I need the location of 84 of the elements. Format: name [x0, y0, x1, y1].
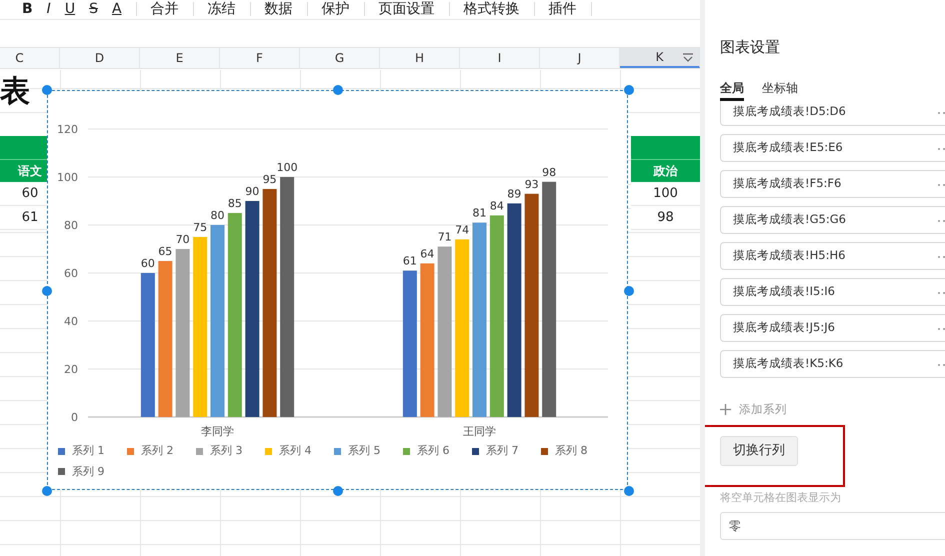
- legend-label: 系列 5: [348, 443, 380, 459]
- tab[interactable]: 坐标轴: [762, 77, 798, 101]
- column-header[interactable]: G: [300, 48, 380, 68]
- data-label: 93: [524, 178, 539, 191]
- axis-label: 40: [64, 315, 78, 328]
- data-label: 95: [262, 173, 277, 186]
- data-label: 90: [245, 185, 260, 198]
- field-label: 将空单元格在图表显示为: [720, 490, 842, 506]
- column-header[interactable]: E: [140, 48, 220, 68]
- table-header: 政治: [631, 159, 700, 182]
- toolbar-button[interactable]: 格式转换: [464, 2, 520, 16]
- series-range-field[interactable]: 摸底考成绩表!I5:I6: [720, 278, 945, 306]
- data-label: 70: [176, 233, 190, 246]
- column-header[interactable]: C: [0, 48, 60, 68]
- resize-handle[interactable]: [42, 286, 52, 296]
- column-header[interactable]: K: [620, 48, 700, 68]
- legend-label: 系列 4: [279, 443, 312, 459]
- toolbar-button[interactable]: 数据: [264, 2, 293, 16]
- toolbar-button[interactable]: 插件: [548, 2, 577, 16]
- format-button[interactable]: I: [46, 2, 51, 16]
- data-label: 65: [158, 245, 172, 258]
- data-label: 84: [490, 199, 504, 212]
- series-range-field[interactable]: 摸底考成绩表!J5:J6: [720, 314, 945, 342]
- legend-label: 系列 9: [72, 464, 104, 480]
- data-label: 80: [210, 209, 224, 222]
- empty-cells-select[interactable]: 零: [720, 512, 945, 540]
- data-label: 98: [542, 166, 556, 179]
- axis-label: 80: [64, 219, 78, 232]
- data-label: 85: [228, 197, 242, 210]
- column-header[interactable]: D: [60, 48, 140, 68]
- toolbar-button[interactable]: 页面设置: [378, 2, 435, 16]
- series-range-field[interactable]: 摸底考成绩表!D5:D6: [720, 101, 945, 126]
- data-label: 100: [276, 161, 298, 174]
- format-button[interactable]: B: [22, 2, 33, 16]
- axis-label: 20: [64, 363, 78, 376]
- filter-icon[interactable]: [682, 53, 694, 63]
- column-header[interactable]: F: [220, 48, 300, 68]
- chart-area[interactable]: 0 20 40 60 80 100 120 60 65 70 75 80 85 90 95 100 李同学 61 64 71 74 81 84 89 93 98 王同学 系列 1 系列 2 系列 3 系列 4 系列 5 系列 6 系列 7 系列 8 系列 9: [47, 90, 628, 490]
- axis-label: 0: [71, 411, 78, 424]
- table-cell: 100: [631, 182, 700, 206]
- column-header[interactable]: H: [380, 48, 460, 68]
- legend-label: 系列 6: [417, 443, 450, 459]
- legend-label: 系列 2: [141, 443, 174, 459]
- data-label: 71: [438, 230, 452, 244]
- series-range-field[interactable]: 摸底考成绩表!G5:G6: [720, 206, 945, 234]
- series-range-field[interactable]: 摸底考成绩表!H5:H6: [720, 242, 945, 270]
- resize-handle[interactable]: [42, 486, 52, 496]
- axis-label: 60: [64, 267, 78, 280]
- data-label: 64: [420, 247, 434, 260]
- axis-label: 120: [57, 123, 78, 136]
- series-range-field[interactable]: 摸底考成绩表!K5:K6: [720, 350, 945, 378]
- switch-rows-columns-button[interactable]: 切换行列: [720, 436, 798, 466]
- data-label: 89: [507, 187, 522, 200]
- resize-handle[interactable]: [624, 286, 634, 296]
- data-label: 61: [402, 254, 417, 268]
- format-button[interactable]: U: [64, 2, 76, 16]
- series-range-field[interactable]: 摸底考成绩表!F5:F6: [720, 170, 945, 198]
- table-cell: 98: [631, 206, 700, 230]
- resize-handle[interactable]: [624, 486, 634, 496]
- data-label: 60: [140, 257, 155, 270]
- legend-label: 系列 7: [486, 443, 518, 459]
- toolbar-button[interactable]: 保护: [322, 2, 350, 16]
- legend-label: 系列 1: [72, 443, 104, 459]
- axis-label: 100: [57, 171, 78, 184]
- toolbar-button[interactable]: 冻结: [208, 2, 236, 16]
- data-label: 81: [472, 206, 486, 220]
- panel-title: 图表设置: [720, 37, 781, 57]
- resize-handle[interactable]: [42, 85, 52, 95]
- category-label: 李同学: [201, 425, 234, 438]
- series-range-field[interactable]: 摸底考成绩表!E5:E6: [720, 134, 945, 162]
- data-label: 74: [455, 223, 470, 236]
- column-header[interactable]: I: [460, 48, 540, 68]
- plus-icon: [720, 404, 731, 416]
- toolbar-button[interactable]: 合并: [150, 2, 179, 16]
- resize-handle[interactable]: [333, 85, 343, 95]
- resize-handle[interactable]: [624, 85, 634, 95]
- format-button[interactable]: A: [112, 2, 122, 16]
- legend-label: 系列 8: [555, 443, 588, 459]
- header-band: [631, 136, 700, 159]
- data-label: 75: [193, 221, 208, 234]
- category-label: 王同学: [463, 425, 496, 438]
- format-button[interactable]: S: [89, 2, 98, 16]
- legend-label: 系列 3: [210, 443, 242, 459]
- resize-handle[interactable]: [333, 486, 343, 496]
